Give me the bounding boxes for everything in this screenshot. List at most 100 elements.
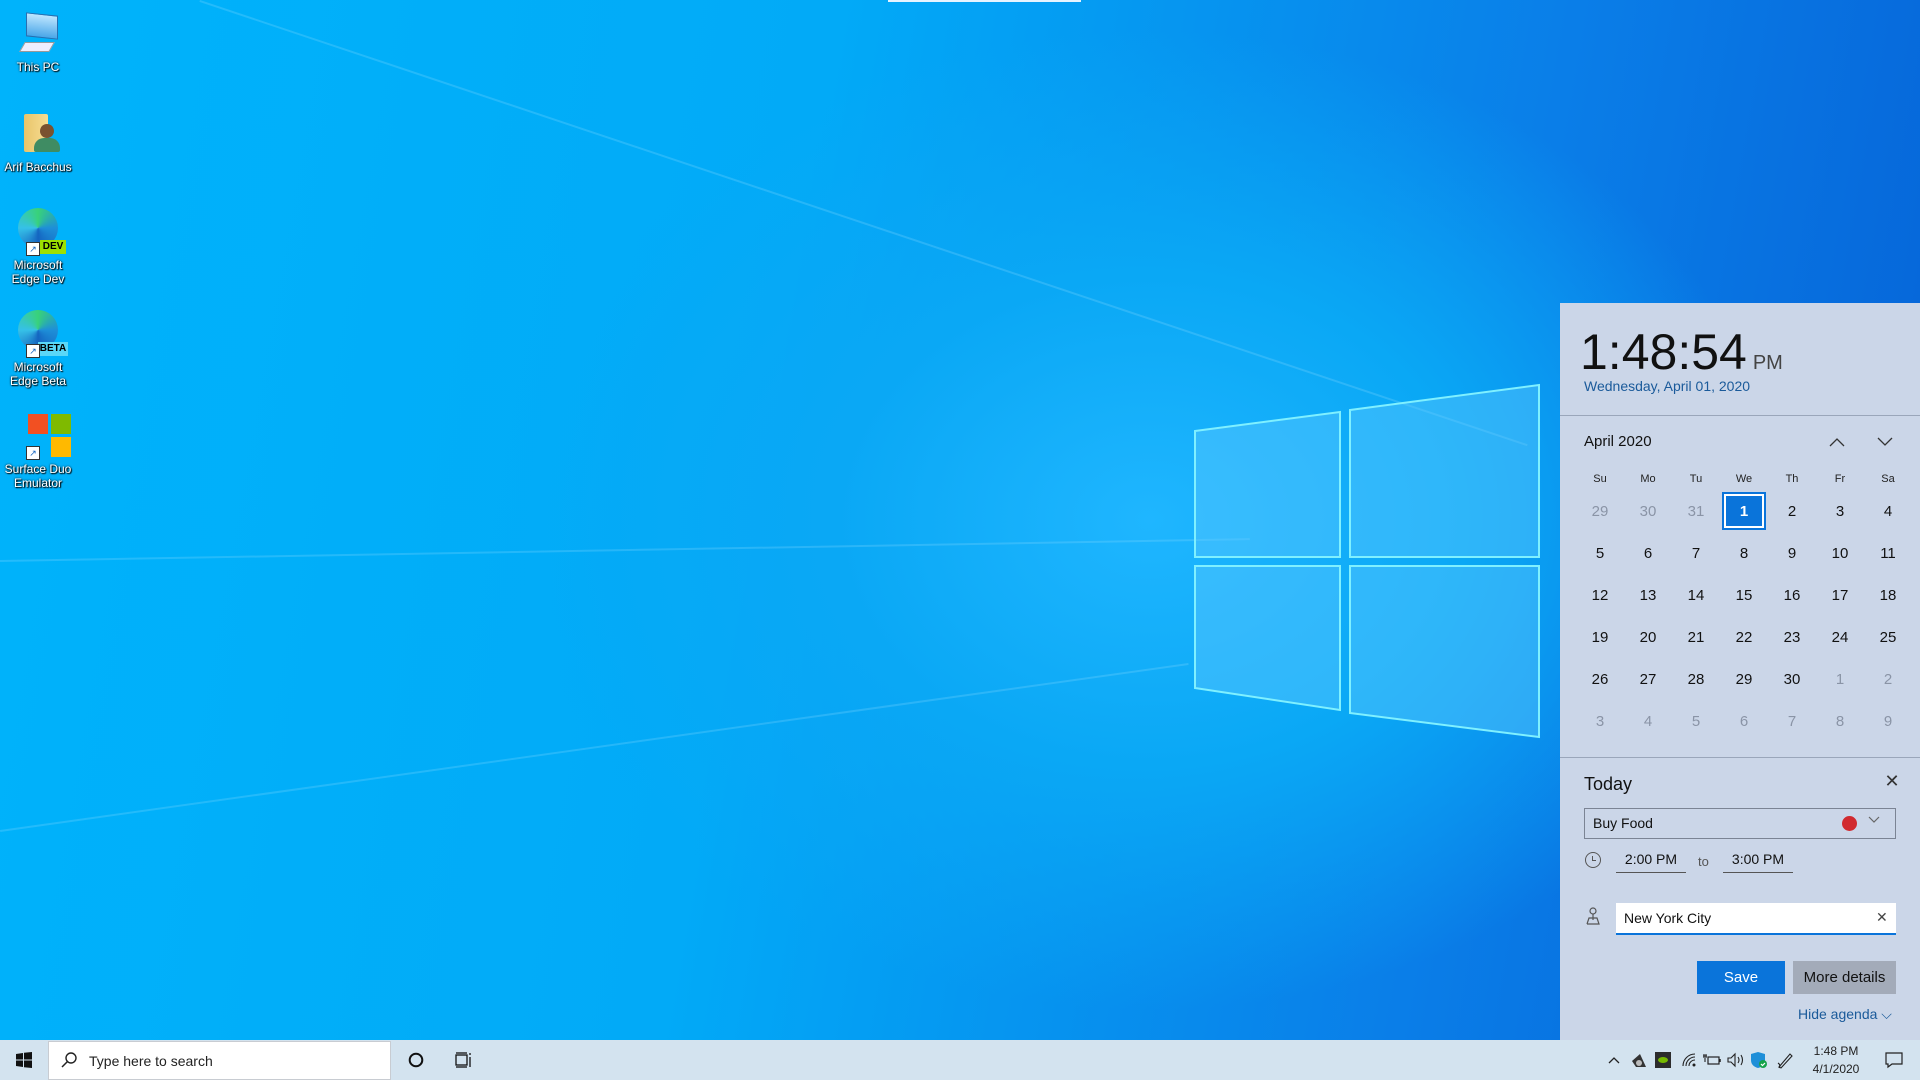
calendar-day[interactable]: 30 <box>1624 490 1672 532</box>
month-label[interactable]: April 2020 <box>1584 433 1652 450</box>
calendar-day[interactable]: 23 <box>1768 616 1816 658</box>
calendar-day[interactable]: 5 <box>1672 700 1720 742</box>
save-button[interactable]: Save <box>1697 961 1785 994</box>
calendar-day[interactable]: 8 <box>1816 700 1864 742</box>
chevron-up-icon <box>1608 1057 1620 1064</box>
calendar-day-number: 4 <box>1883 502 1893 520</box>
calendar-day-today[interactable]: 1 <box>1720 490 1768 532</box>
calendar-day[interactable]: 24 <box>1816 616 1864 658</box>
end-time-field[interactable]: 3:00 PM <box>1723 850 1793 873</box>
calendar-day[interactable]: 27 <box>1624 658 1672 700</box>
more-details-button[interactable]: More details <box>1793 961 1896 994</box>
desktop-icon-edge-dev[interactable]: DEV ↗ Microsoft Edge Dev <box>2 208 74 286</box>
tray-nvidia-button[interactable] <box>1652 1040 1674 1080</box>
calendar-day[interactable]: 1 <box>1816 658 1864 700</box>
taskbar-clock[interactable]: 1:48 PM 4/1/2020 <box>1808 1042 1864 1078</box>
calendar-color-dot[interactable] <box>1842 816 1857 831</box>
tray-wifi-button[interactable] <box>1678 1040 1700 1080</box>
calendar-week-row: 3 4 5 6 7 8 9 <box>1576 700 1912 742</box>
calendar-dropdown-chevron-icon[interactable] <box>1868 813 1880 827</box>
show-hidden-icons-button[interactable] <box>1603 1040 1625 1080</box>
calendar-day[interactable]: 7 <box>1768 700 1816 742</box>
calendar-day[interactable]: 2 <box>1864 658 1912 700</box>
calendar-day[interactable]: 6 <box>1624 532 1672 574</box>
task-view-button[interactable] <box>444 1040 484 1080</box>
desktop-icon-this-pc[interactable]: This PC <box>2 10 74 74</box>
calendar-day-number: 8 <box>1835 712 1845 730</box>
day-of-week-label: We <box>1735 473 1753 485</box>
calendar-day[interactable]: 29 <box>1576 490 1624 532</box>
action-center-button[interactable] <box>1874 1040 1914 1080</box>
close-event-button[interactable]: ✕ <box>1880 771 1904 795</box>
calendar-day[interactable]: 2 <box>1768 490 1816 532</box>
event-name[interactable]: Buy Food <box>1593 815 1653 831</box>
calendar-day[interactable]: 16 <box>1768 574 1816 616</box>
calendar-day[interactable]: 26 <box>1576 658 1624 700</box>
calendar-day[interactable]: 11 <box>1864 532 1912 574</box>
wifi-icon <box>1682 1053 1696 1067</box>
next-month-button[interactable] <box>1870 427 1900 457</box>
calendar-day-number: 31 <box>1687 502 1705 520</box>
logo-pane <box>1194 410 1341 558</box>
tray-defender-button[interactable] <box>1748 1040 1770 1080</box>
calendar-day[interactable]: 19 <box>1576 616 1624 658</box>
calendar-day[interactable]: 5 <box>1576 532 1624 574</box>
calendar-day-number: 7 <box>1787 712 1797 730</box>
calendar-day[interactable]: 7 <box>1672 532 1720 574</box>
calendar-day[interactable]: 12 <box>1576 574 1624 616</box>
edge-dev-icon: DEV ↗ <box>14 208 66 256</box>
desktop-icon-surface-duo[interactable]: ↗ Surface Duo Emulator <box>2 412 74 490</box>
event-name-field[interactable]: Buy Food <box>1584 808 1896 839</box>
tray-battery-button[interactable] <box>1700 1040 1724 1080</box>
light-beam <box>199 0 1528 447</box>
calendar-day[interactable]: 20 <box>1624 616 1672 658</box>
calendar-day-number: 30 <box>1639 502 1657 520</box>
calendar-day[interactable]: 15 <box>1720 574 1768 616</box>
tray-speaker-app-button[interactable] <box>1628 1040 1650 1080</box>
calendar-day[interactable]: 30 <box>1768 658 1816 700</box>
calendar-day[interactable]: 31 <box>1672 490 1720 532</box>
calendar-day[interactable]: 28 <box>1672 658 1720 700</box>
battery-icon <box>1703 1054 1721 1065</box>
day-of-week-label: Su <box>1593 473 1607 485</box>
calendar-day[interactable]: 8 <box>1720 532 1768 574</box>
calendar-day[interactable]: 4 <box>1624 700 1672 742</box>
calendar-day[interactable]: 25 <box>1864 616 1912 658</box>
calendar-day[interactable]: 18 <box>1864 574 1912 616</box>
beta-badge: BETA <box>38 342 68 356</box>
location-value[interactable]: New York City <box>1624 910 1711 926</box>
calendar-day[interactable]: 17 <box>1816 574 1864 616</box>
clear-location-button[interactable]: ✕ <box>1876 909 1888 926</box>
calendar-day-number: 9 <box>1883 712 1893 730</box>
previous-month-button[interactable] <box>1822 427 1852 457</box>
start-time-field[interactable]: 2:00 PM <box>1616 850 1686 873</box>
location-input[interactable]: New York City ✕ <box>1616 903 1896 935</box>
calendar-day[interactable]: 13 <box>1624 574 1672 616</box>
calendar-day[interactable]: 6 <box>1720 700 1768 742</box>
calendar-day[interactable]: 14 <box>1672 574 1720 616</box>
desktop-icon-arif-bacchus[interactable]: Arif Bacchus <box>2 110 74 174</box>
calendar-day[interactable]: 3 <box>1816 490 1864 532</box>
desktop-icon-label: Arif Bacchus <box>4 160 72 174</box>
calendar-day[interactable]: 10 <box>1816 532 1864 574</box>
calendar-day[interactable]: 21 <box>1672 616 1720 658</box>
calendar-day[interactable]: 4 <box>1864 490 1912 532</box>
calendar-day-number: 1 <box>1722 492 1766 530</box>
hide-agenda-link[interactable]: Hide agenda ⌵ <box>1798 1006 1892 1023</box>
start-button[interactable] <box>0 1040 48 1080</box>
long-date-link[interactable]: Wednesday, April 01, 2020 <box>1584 378 1750 394</box>
calendar-day-number: 29 <box>1591 502 1609 520</box>
desktop-icon-edge-beta[interactable]: BETA ↗ Microsoft Edge Beta <box>2 310 74 388</box>
taskbar-search-box[interactable]: Type here to search <box>48 1041 391 1080</box>
calendar-day[interactable]: 22 <box>1720 616 1768 658</box>
calendar-day[interactable]: 29 <box>1720 658 1768 700</box>
calendar-day[interactable]: 3 <box>1576 700 1624 742</box>
calendar-day[interactable]: 9 <box>1768 532 1816 574</box>
cortana-button[interactable] <box>396 1040 436 1080</box>
tray-volume-button[interactable] <box>1724 1040 1748 1080</box>
tray-pen-button[interactable] <box>1774 1040 1798 1080</box>
shortcut-arrow-icon: ↗ <box>26 242 40 256</box>
calendar-week-row: 26 27 28 29 30 1 2 <box>1576 658 1912 700</box>
surface-duo-icon: ↗ <box>14 412 71 460</box>
calendar-day[interactable]: 9 <box>1864 700 1912 742</box>
